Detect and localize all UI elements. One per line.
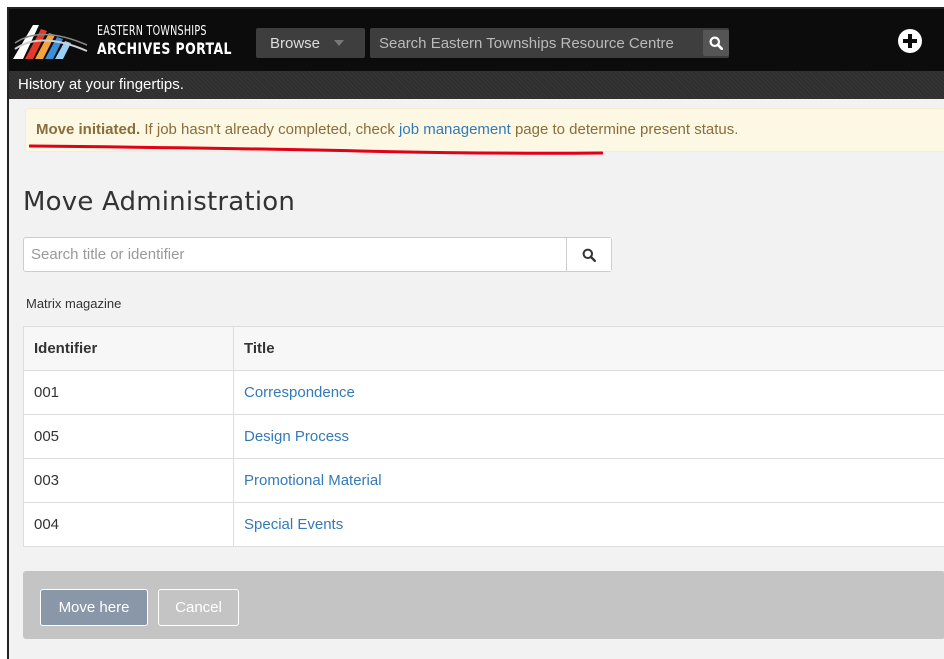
alert-strong: Move initiated. (36, 121, 141, 138)
top-navbar: EASTERN TOWNSHIPS ARCHIVES PORTAL Browse (9, 9, 944, 71)
title-cell: Special Events (233, 502, 944, 547)
table-row: 003 Promotional Material (23, 458, 944, 503)
page-title: Move Administration (23, 187, 296, 217)
title-cell: Promotional Material (233, 458, 944, 503)
job-management-link[interactable]: job management (399, 121, 511, 138)
title-link[interactable]: Correspondence (244, 384, 355, 401)
admin-search-box (23, 237, 612, 272)
alert-message: Move initiated. If job hasn't already co… (36, 121, 738, 138)
site-search-button[interactable] (703, 30, 729, 56)
title-cell: Design Process (233, 414, 944, 459)
table-row: 004 Special Events (23, 502, 944, 547)
admin-search-input[interactable] (24, 238, 566, 271)
site-logo-text[interactable]: EASTERN TOWNSHIPS ARCHIVES PORTAL (97, 23, 270, 57)
red-underline-annotation (29, 144, 603, 155)
tagline-bar: History at your fingertips. (9, 71, 944, 99)
table-header-row: Identifier Title (23, 326, 944, 371)
breadcrumb: Matrix magazine (26, 296, 122, 311)
identifier-cell: 004 (23, 502, 234, 547)
logo-line-1: EASTERN TOWNSHIPS (97, 24, 207, 39)
browse-label: Browse (270, 34, 321, 52)
title-link[interactable]: Design Process (244, 428, 349, 445)
plus-circle-icon[interactable] (898, 29, 922, 53)
actions-bar: Move here Cancel (23, 571, 944, 639)
search-icon (709, 36, 723, 50)
tagline-text: History at your fingertips. (18, 76, 184, 93)
site-search-input[interactable] (370, 28, 695, 58)
title-link[interactable]: Promotional Material (244, 472, 382, 489)
logo-line-2: ARCHIVES PORTAL (97, 39, 232, 58)
alert-text-after: page to determine present status. (510, 121, 739, 138)
identifier-cell: 001 (23, 370, 234, 415)
browse-menu-button[interactable]: Browse (256, 28, 365, 58)
cancel-button[interactable]: Cancel (158, 589, 239, 626)
admin-search-button[interactable] (566, 238, 611, 271)
title-cell: Correspondence (233, 370, 944, 415)
identifier-cell: 005 (23, 414, 234, 459)
search-icon (582, 248, 596, 262)
identifier-cell: 003 (23, 458, 234, 503)
site-search-box (370, 28, 729, 58)
title-column-header[interactable]: Title (233, 326, 944, 371)
table-row: 001 Correspondence (23, 370, 944, 415)
move-here-button[interactable]: Move here (40, 589, 148, 626)
alert-text-before: If job hasn't already completed, check (140, 121, 400, 138)
caret-down-icon (334, 40, 345, 46)
archives-portal-logo-icon[interactable] (11, 19, 89, 61)
identifier-column-header[interactable]: Identifier (23, 326, 234, 371)
title-link[interactable]: Special Events (244, 516, 343, 533)
results-table: Identifier Title 001 Correspondence 005 … (23, 326, 944, 547)
table-row: 005 Design Process (23, 414, 944, 459)
